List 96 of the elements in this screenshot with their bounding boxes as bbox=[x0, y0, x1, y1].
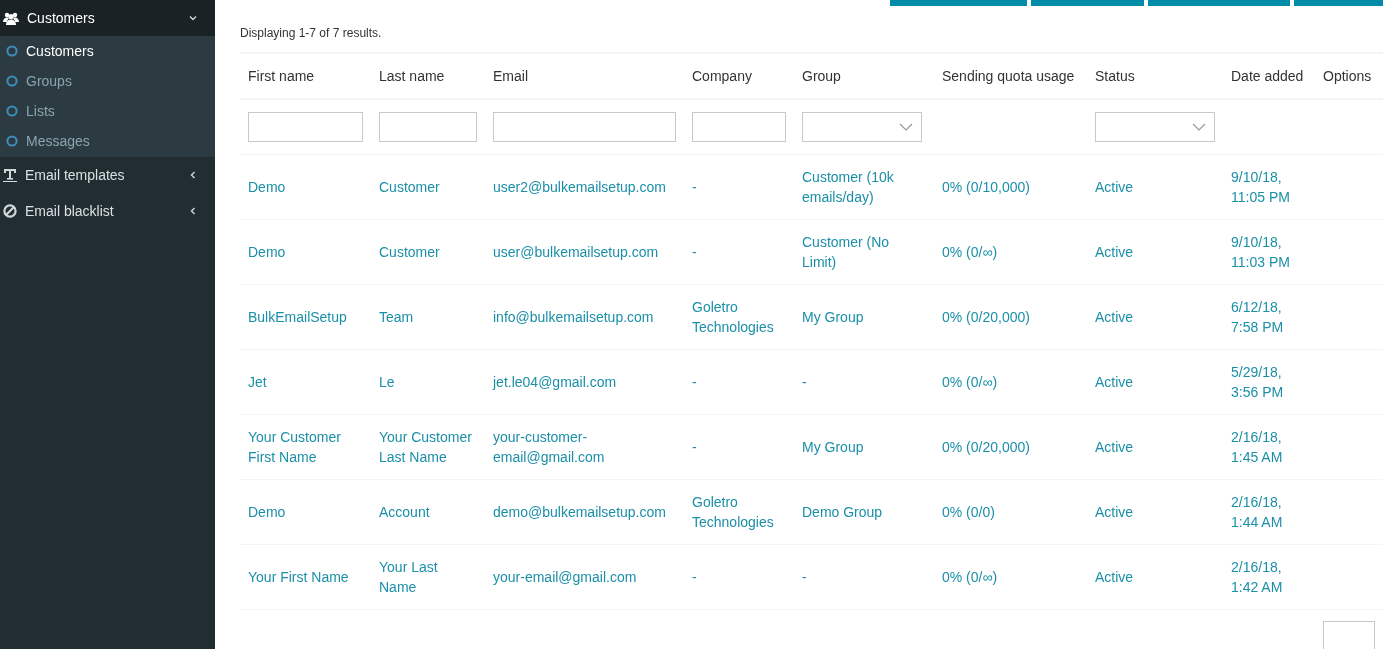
toolbar-button[interactable] bbox=[1031, 0, 1144, 6]
table-cell[interactable]: 2/16/18, 1:42 AM bbox=[1231, 557, 1307, 597]
circle-icon bbox=[6, 105, 18, 117]
table-cell[interactable]: 9/10/18, 11:03 PM bbox=[1231, 232, 1307, 272]
table-cell[interactable]: your-email@gmail.com bbox=[493, 567, 676, 587]
users-icon bbox=[3, 11, 19, 25]
toolbar-button[interactable] bbox=[1148, 0, 1290, 6]
table-cell[interactable]: Customer bbox=[379, 242, 477, 262]
table-cell[interactable]: Your Customer First Name bbox=[248, 427, 363, 467]
pagination-button[interactable] bbox=[1323, 621, 1375, 649]
table-cell[interactable]: 5/29/18, 3:56 PM bbox=[1231, 362, 1307, 402]
submenu-item[interactable]: Groups bbox=[0, 66, 215, 96]
circle-icon bbox=[6, 75, 18, 87]
chevron-left-icon bbox=[189, 171, 197, 179]
table-cell[interactable]: 2/16/18, 1:45 AM bbox=[1231, 427, 1307, 467]
table-cell[interactable]: - bbox=[802, 372, 926, 392]
toolbar-button[interactable] bbox=[890, 0, 1027, 6]
table-cell[interactable]: 0% (0/∞) bbox=[942, 567, 1079, 587]
table-cell[interactable]: - bbox=[802, 567, 926, 587]
submenu-item[interactable]: Lists bbox=[0, 96, 215, 126]
table-cell[interactable]: Account bbox=[379, 502, 477, 522]
table-cell[interactable]: 0% (0/20,000) bbox=[942, 437, 1079, 457]
table-cell[interactable]: user2@bulkemailsetup.com bbox=[493, 177, 676, 197]
table-cell[interactable]: 9/10/18, 11:05 PM bbox=[1231, 167, 1307, 207]
submenu-item[interactable]: Customers bbox=[0, 36, 215, 66]
column-header[interactable]: Email bbox=[485, 53, 684, 99]
table-cell[interactable]: demo@bulkemailsetup.com bbox=[493, 502, 676, 522]
nav-item[interactable]: Email blacklist bbox=[0, 193, 215, 229]
chevron-down-icon bbox=[899, 123, 913, 131]
table-cell[interactable]: Le bbox=[379, 372, 477, 392]
filter-field[interactable] bbox=[248, 112, 363, 142]
nav-item[interactable]: Email templates bbox=[0, 157, 215, 193]
column-header[interactable]: Options bbox=[1315, 53, 1383, 99]
table-cell[interactable]: Active bbox=[1095, 372, 1215, 392]
table-cell[interactable]: BulkEmailSetup bbox=[248, 307, 363, 327]
column-header[interactable]: Status bbox=[1087, 53, 1223, 99]
table-cell[interactable]: your-customer-email@gmail.com bbox=[493, 427, 676, 467]
table-cell[interactable]: My Group bbox=[802, 437, 926, 457]
table-cell[interactable]: Active bbox=[1095, 437, 1215, 457]
table-cell[interactable]: Active bbox=[1095, 242, 1215, 262]
table-cell[interactable]: Your Last Name bbox=[379, 557, 477, 597]
table-cell[interactable]: user@bulkemailsetup.com bbox=[493, 242, 676, 262]
table-cell[interactable]: Team bbox=[379, 307, 477, 327]
filter-field[interactable] bbox=[379, 112, 477, 142]
text-icon bbox=[3, 168, 17, 182]
column-header[interactable]: Last name bbox=[371, 53, 485, 99]
table-cell[interactable]: 0% (0/0) bbox=[942, 502, 1079, 522]
chevron-down-icon bbox=[1192, 123, 1206, 131]
table-cell[interactable]: 2/16/18, 1:44 AM bbox=[1231, 492, 1307, 532]
table-cell[interactable]: Active bbox=[1095, 502, 1215, 522]
table-cell[interactable]: My Group bbox=[802, 307, 926, 327]
table-cell[interactable]: Goletro Technologies bbox=[692, 297, 786, 337]
circle-icon bbox=[6, 135, 18, 147]
table-cell[interactable]: Customer bbox=[379, 177, 477, 197]
toolbar-button[interactable] bbox=[1294, 0, 1383, 6]
table-cell[interactable]: 6/12/18, 7:58 PM bbox=[1231, 297, 1307, 337]
table-cell[interactable]: Demo bbox=[248, 502, 363, 522]
table-cell[interactable]: - bbox=[692, 372, 786, 392]
column-header[interactable]: Sending quota usage bbox=[934, 53, 1087, 99]
table-cell[interactable]: Active bbox=[1095, 567, 1215, 587]
table-cell[interactable]: Customer (10k emails/day) bbox=[802, 167, 926, 207]
table-cell[interactable]: - bbox=[692, 437, 786, 457]
nav-item[interactable]: Customers bbox=[0, 0, 215, 36]
table-cell[interactable]: Demo Group bbox=[802, 502, 926, 522]
table-cell[interactable]: info@bulkemailsetup.com bbox=[493, 307, 676, 327]
table-cell[interactable]: Your First Name bbox=[248, 567, 363, 587]
column-header[interactable]: Group bbox=[794, 53, 934, 99]
table-cell[interactable]: Demo bbox=[248, 177, 363, 197]
table-cell[interactable]: - bbox=[692, 567, 786, 587]
table-cell[interactable]: 0% (0/∞) bbox=[942, 242, 1079, 262]
table-cell[interactable]: 0% (0/20,000) bbox=[942, 307, 1079, 327]
table-cell[interactable]: - bbox=[692, 177, 786, 197]
table-cell[interactable]: Demo bbox=[248, 242, 363, 262]
table-cell[interactable]: 0% (0/∞) bbox=[942, 372, 1079, 392]
table-cell[interactable]: jet.le04@gmail.com bbox=[493, 372, 676, 392]
filter-dropdown[interactable] bbox=[802, 112, 922, 142]
table-cell[interactable]: Goletro Technologies bbox=[692, 492, 786, 532]
results-summary: Displaying 1-7 of 7 results. bbox=[240, 26, 383, 40]
table-cell[interactable]: 0% (0/10,000) bbox=[942, 177, 1079, 197]
table-cell[interactable]: Active bbox=[1095, 177, 1215, 197]
chevron-down-icon bbox=[189, 14, 197, 22]
ban-icon bbox=[3, 204, 17, 218]
table-cell[interactable]: Jet bbox=[248, 372, 363, 392]
filter-dropdown[interactable] bbox=[1095, 112, 1215, 142]
circle-icon bbox=[6, 45, 18, 57]
chevron-left-icon bbox=[189, 207, 197, 215]
table-cell[interactable]: - bbox=[692, 242, 786, 262]
column-header[interactable]: Date added bbox=[1223, 53, 1315, 99]
filter-field[interactable] bbox=[692, 112, 786, 142]
table-cell[interactable]: Customer (No Limit) bbox=[802, 232, 926, 272]
table-cell[interactable]: Your Customer Last Name bbox=[379, 427, 477, 467]
column-header[interactable]: First name bbox=[240, 53, 371, 99]
submenu-item[interactable]: Messages bbox=[0, 126, 215, 156]
table-cell[interactable]: Active bbox=[1095, 307, 1215, 327]
filter-field[interactable] bbox=[493, 112, 676, 142]
column-header[interactable]: Company bbox=[684, 53, 794, 99]
